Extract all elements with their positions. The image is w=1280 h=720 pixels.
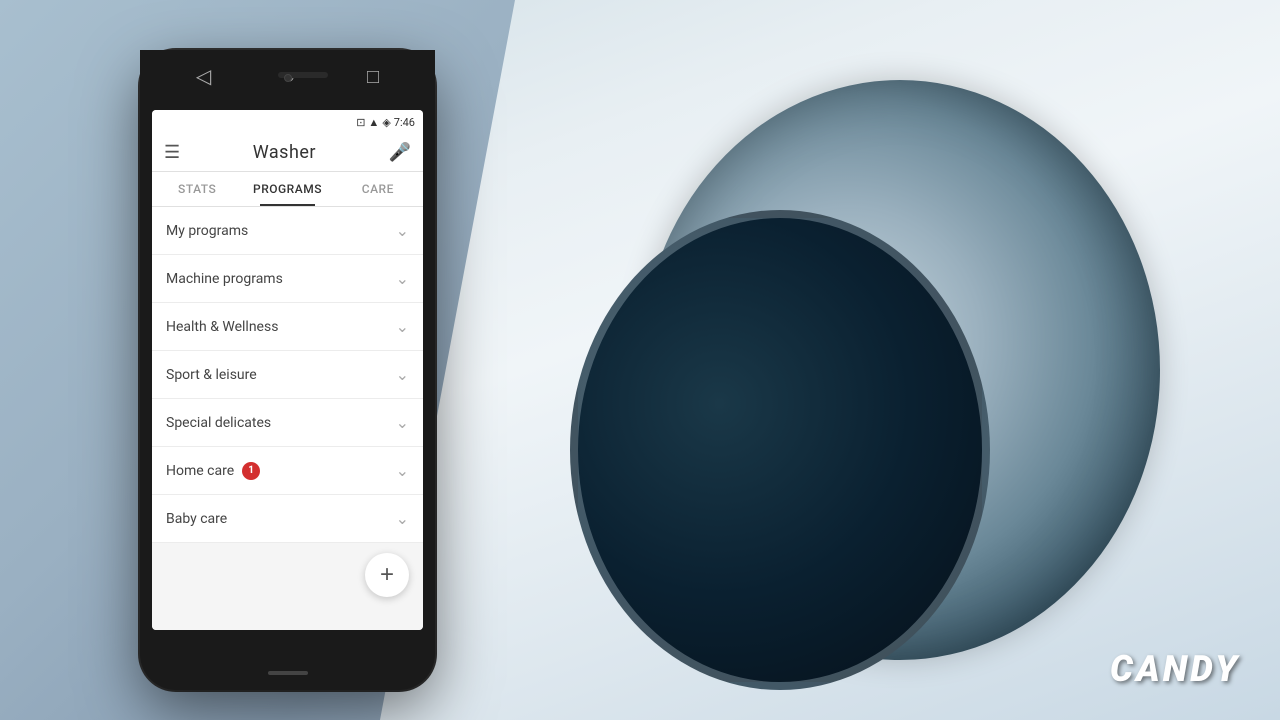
status-bar: ⊡ ▲ ◈ 7:46	[152, 110, 423, 134]
list-item[interactable]: My programs ⌄	[152, 207, 423, 255]
menu-item-left: My programs	[166, 223, 248, 239]
chevron-down-icon: ⌄	[396, 317, 409, 336]
chevron-down-icon: ⌄	[396, 509, 409, 528]
wifi-icon: ◈	[382, 116, 390, 129]
list-item[interactable]: Machine programs ⌄	[152, 255, 423, 303]
list-item[interactable]: Sport & leisure ⌄	[152, 351, 423, 399]
add-program-button[interactable]: +	[365, 553, 409, 597]
app-header: ☰ Washer 🎤	[152, 134, 423, 172]
menu-item-label: Health & Wellness	[166, 319, 278, 335]
chevron-down-icon: ⌄	[396, 413, 409, 432]
back-button[interactable]: ◁	[196, 64, 211, 88]
time-display: 7:46	[394, 116, 415, 129]
menu-item-left: Sport & leisure	[166, 367, 257, 383]
tab-programs[interactable]: PROGRAMS	[242, 172, 332, 206]
phone-camera	[284, 74, 292, 82]
signal-icon: ▲	[368, 116, 379, 129]
washer-drum	[640, 80, 1160, 660]
menu-item-left: Home care 1	[166, 462, 260, 480]
candy-logo: CANDY	[1110, 648, 1240, 690]
page-title: Washer	[253, 142, 316, 163]
phone-device: ⊡ ▲ ◈ 7:46 ☰ Washer 🎤 STATS PROGRAMS CAR…	[140, 50, 435, 690]
menu-item-left: Machine programs	[166, 271, 283, 287]
menu-item-label: Baby care	[166, 511, 227, 527]
menu-item-left: Health & Wellness	[166, 319, 278, 335]
menu-item-label: Machine programs	[166, 271, 283, 287]
home-indicator	[268, 671, 308, 675]
recents-button[interactable]: □	[367, 64, 379, 89]
menu-icon[interactable]: ☰	[164, 142, 180, 163]
list-item[interactable]: Home care 1 ⌄	[152, 447, 423, 495]
list-item[interactable]: Baby care ⌄	[152, 495, 423, 543]
chevron-down-icon: ⌄	[396, 221, 409, 240]
battery-icon: ⊡	[356, 116, 365, 129]
menu-item-left: Special delicates	[166, 415, 271, 431]
menu-item-label: Special delicates	[166, 415, 271, 431]
list-item[interactable]: Health & Wellness ⌄	[152, 303, 423, 351]
phone-body: ⊡ ▲ ◈ 7:46 ☰ Washer 🎤 STATS PROGRAMS CAR…	[140, 50, 435, 690]
fab-area: +	[152, 543, 423, 609]
menu-list: My programs ⌄ Machine programs ⌄ Health …	[152, 207, 423, 630]
menu-item-label: Sport & leisure	[166, 367, 257, 383]
status-icons: ⊡ ▲ ◈ 7:46	[356, 116, 415, 129]
tab-stats[interactable]: STATS	[152, 172, 242, 206]
phone-screen: ⊡ ▲ ◈ 7:46 ☰ Washer 🎤 STATS PROGRAMS CAR…	[152, 110, 423, 630]
mic-icon[interactable]: 🎤	[389, 142, 411, 163]
tab-bar: STATS PROGRAMS CARE	[152, 172, 423, 207]
list-item[interactable]: Special delicates ⌄	[152, 399, 423, 447]
washer-drum-inner	[570, 210, 990, 690]
tab-care[interactable]: CARE	[333, 172, 423, 206]
menu-item-left: Baby care	[166, 511, 227, 527]
chevron-down-icon: ⌄	[396, 269, 409, 288]
menu-item-label: Home care	[166, 463, 234, 479]
notification-badge: 1	[242, 462, 260, 480]
chevron-down-icon: ⌄	[396, 461, 409, 480]
chevron-down-icon: ⌄	[396, 365, 409, 384]
menu-item-label: My programs	[166, 223, 248, 239]
